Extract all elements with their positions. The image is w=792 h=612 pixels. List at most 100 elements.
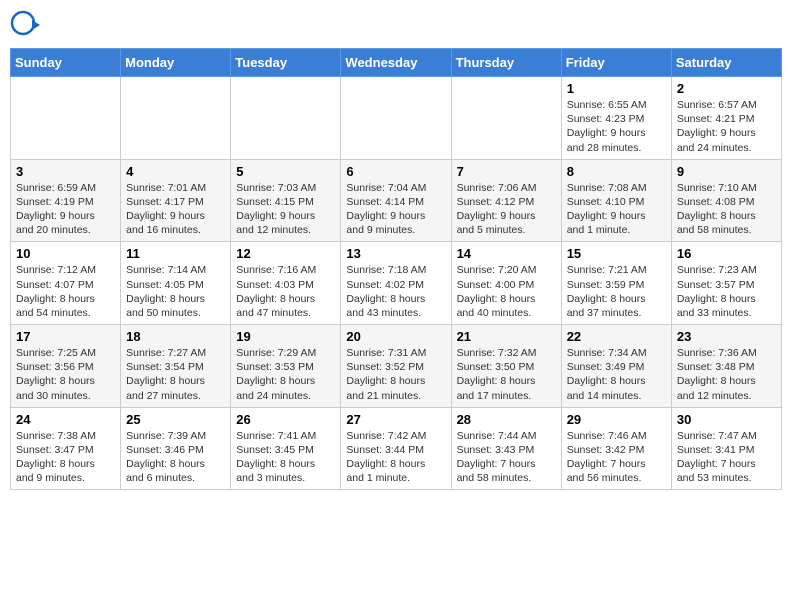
day-number: 25 [126,412,225,427]
calendar-cell: 3 Sunrise: 6:59 AM Sunset: 4:19 PM Daylig… [11,159,121,242]
calendar-week-1: 1Sunrise: 6:55 AM Sunset: 4:23 PM Daylig… [11,77,782,160]
day-info: Sunrise: 7:16 AM Sunset: 4:03 PM Dayligh… [236,263,335,320]
day-number: 11 [126,246,225,261]
day-info: Sunrise: 7:21 AM Sunset: 3:59 PM Dayligh… [567,263,666,320]
calendar-cell: 15 Sunrise: 7:21 AM Sunset: 3:59 PM Dayli… [561,242,671,325]
calendar-cell: 21 Sunrise: 7:32 AM Sunset: 3:50 PM Dayli… [451,325,561,408]
day-info: Sunrise: 7:46 AM Sunset: 3:42 PM Dayligh… [567,429,666,486]
day-number: 15 [567,246,666,261]
day-number: 13 [346,246,445,261]
day-info: Sunrise: 7:10 AM Sunset: 4:08 PM Dayligh… [677,181,776,238]
day-info: Sunrise: 6:55 AM Sunset: 4:23 PM Dayligh… [567,98,666,155]
calendar-cell: 7 Sunrise: 7:06 AM Sunset: 4:12 PM Daylig… [451,159,561,242]
day-info: Sunrise: 7:34 AM Sunset: 3:49 PM Dayligh… [567,346,666,403]
day-info: Sunrise: 6:57 AM Sunset: 4:21 PM Dayligh… [677,98,776,155]
calendar-cell: 24Sunrise: 7:38 AM Sunset: 3:47 PM Dayli… [11,407,121,490]
day-info: Sunrise: 7:47 AM Sunset: 3:41 PM Dayligh… [677,429,776,486]
calendar-cell: 29 Sunrise: 7:46 AM Sunset: 3:42 PM Dayli… [561,407,671,490]
col-header-monday: Monday [121,49,231,77]
day-info: Sunrise: 7:29 AM Sunset: 3:53 PM Dayligh… [236,346,335,403]
col-header-friday: Friday [561,49,671,77]
calendar-cell [341,77,451,160]
col-header-thursday: Thursday [451,49,561,77]
calendar-cell: 2 Sunrise: 6:57 AM Sunset: 4:21 PM Daylig… [671,77,781,160]
calendar-cell: 11 Sunrise: 7:14 AM Sunset: 4:05 PM Dayli… [121,242,231,325]
calendar-cell: 25 Sunrise: 7:39 AM Sunset: 3:46 PM Dayli… [121,407,231,490]
calendar-cell [231,77,341,160]
day-number: 10 [16,246,115,261]
calendar-cell: 14 Sunrise: 7:20 AM Sunset: 4:00 PM Dayli… [451,242,561,325]
col-header-saturday: Saturday [671,49,781,77]
day-info: Sunrise: 6:59 AM Sunset: 4:19 PM Dayligh… [16,181,115,238]
calendar-cell: 13Sunrise: 7:18 AM Sunset: 4:02 PM Dayli… [341,242,451,325]
col-header-tuesday: Tuesday [231,49,341,77]
day-number: 26 [236,412,335,427]
day-number: 6 [346,164,445,179]
day-number: 29 [567,412,666,427]
day-info: Sunrise: 7:08 AM Sunset: 4:10 PM Dayligh… [567,181,666,238]
calendar-cell: 30 Sunrise: 7:47 AM Sunset: 3:41 PM Dayli… [671,407,781,490]
day-info: Sunrise: 7:01 AM Sunset: 4:17 PM Dayligh… [126,181,225,238]
col-header-wednesday: Wednesday [341,49,451,77]
day-info: Sunrise: 7:14 AM Sunset: 4:05 PM Dayligh… [126,263,225,320]
day-number: 7 [457,164,556,179]
day-info: Sunrise: 7:12 AM Sunset: 4:07 PM Dayligh… [16,263,115,320]
calendar-cell: 20 Sunrise: 7:31 AM Sunset: 3:52 PM Dayli… [341,325,451,408]
day-number: 3 [16,164,115,179]
calendar-cell [121,77,231,160]
calendar-cell: 22 Sunrise: 7:34 AM Sunset: 3:49 PM Dayli… [561,325,671,408]
calendar-cell: 16Sunrise: 7:23 AM Sunset: 3:57 PM Dayli… [671,242,781,325]
day-number: 14 [457,246,556,261]
day-info: Sunrise: 7:25 AM Sunset: 3:56 PM Dayligh… [16,346,115,403]
calendar-cell: 10 Sunrise: 7:12 AM Sunset: 4:07 PM Dayli… [11,242,121,325]
day-number: 4 [126,164,225,179]
calendar-cell: 12 Sunrise: 7:16 AM Sunset: 4:03 PM Dayli… [231,242,341,325]
day-info: Sunrise: 7:20 AM Sunset: 4:00 PM Dayligh… [457,263,556,320]
day-info: Sunrise: 7:03 AM Sunset: 4:15 PM Dayligh… [236,181,335,238]
day-info: Sunrise: 7:32 AM Sunset: 3:50 PM Dayligh… [457,346,556,403]
day-number: 5 [236,164,335,179]
day-number: 18 [126,329,225,344]
day-info: Sunrise: 7:04 AM Sunset: 4:14 PM Dayligh… [346,181,445,238]
day-number: 12 [236,246,335,261]
day-number: 22 [567,329,666,344]
logo-icon [10,10,40,40]
calendar-week-2: 3 Sunrise: 6:59 AM Sunset: 4:19 PM Daylig… [11,159,782,242]
calendar-cell: 17 Sunrise: 7:25 AM Sunset: 3:56 PM Dayli… [11,325,121,408]
day-number: 30 [677,412,776,427]
calendar-cell: 4 Sunrise: 7:01 AM Sunset: 4:17 PM Daylig… [121,159,231,242]
calendar-week-5: 24Sunrise: 7:38 AM Sunset: 3:47 PM Dayli… [11,407,782,490]
calendar-cell: 1Sunrise: 6:55 AM Sunset: 4:23 PM Daylig… [561,77,671,160]
day-info: Sunrise: 7:44 AM Sunset: 3:43 PM Dayligh… [457,429,556,486]
calendar-cell [451,77,561,160]
calendar-week-4: 17 Sunrise: 7:25 AM Sunset: 3:56 PM Dayli… [11,325,782,408]
day-number: 8 [567,164,666,179]
day-number: 17 [16,329,115,344]
calendar-cell: 18Sunrise: 7:27 AM Sunset: 3:54 PM Dayli… [121,325,231,408]
page-header [10,10,782,40]
calendar-cell: 23 Sunrise: 7:36 AM Sunset: 3:48 PM Dayli… [671,325,781,408]
logo [10,10,44,40]
day-number: 9 [677,164,776,179]
day-number: 20 [346,329,445,344]
day-number: 19 [236,329,335,344]
day-number: 28 [457,412,556,427]
calendar-week-3: 10 Sunrise: 7:12 AM Sunset: 4:07 PM Dayli… [11,242,782,325]
day-info: Sunrise: 7:39 AM Sunset: 3:46 PM Dayligh… [126,429,225,486]
calendar-table: SundayMondayTuesdayWednesdayThursdayFrid… [10,48,782,490]
calendar-cell: 9 Sunrise: 7:10 AM Sunset: 4:08 PM Daylig… [671,159,781,242]
day-number: 27 [346,412,445,427]
day-info: Sunrise: 7:31 AM Sunset: 3:52 PM Dayligh… [346,346,445,403]
day-number: 2 [677,81,776,96]
calendar-cell: 27 Sunrise: 7:42 AM Sunset: 3:44 PM Dayli… [341,407,451,490]
day-info: Sunrise: 7:06 AM Sunset: 4:12 PM Dayligh… [457,181,556,238]
day-number: 23 [677,329,776,344]
calendar-cell: 19 Sunrise: 7:29 AM Sunset: 3:53 PM Dayli… [231,325,341,408]
day-info: Sunrise: 7:36 AM Sunset: 3:48 PM Dayligh… [677,346,776,403]
calendar-cell: 28 Sunrise: 7:44 AM Sunset: 3:43 PM Dayli… [451,407,561,490]
day-info: Sunrise: 7:38 AM Sunset: 3:47 PM Dayligh… [16,429,115,486]
day-number: 21 [457,329,556,344]
day-info: Sunrise: 7:23 AM Sunset: 3:57 PM Dayligh… [677,263,776,320]
calendar-header-row: SundayMondayTuesdayWednesdayThursdayFrid… [11,49,782,77]
day-info: Sunrise: 7:42 AM Sunset: 3:44 PM Dayligh… [346,429,445,486]
